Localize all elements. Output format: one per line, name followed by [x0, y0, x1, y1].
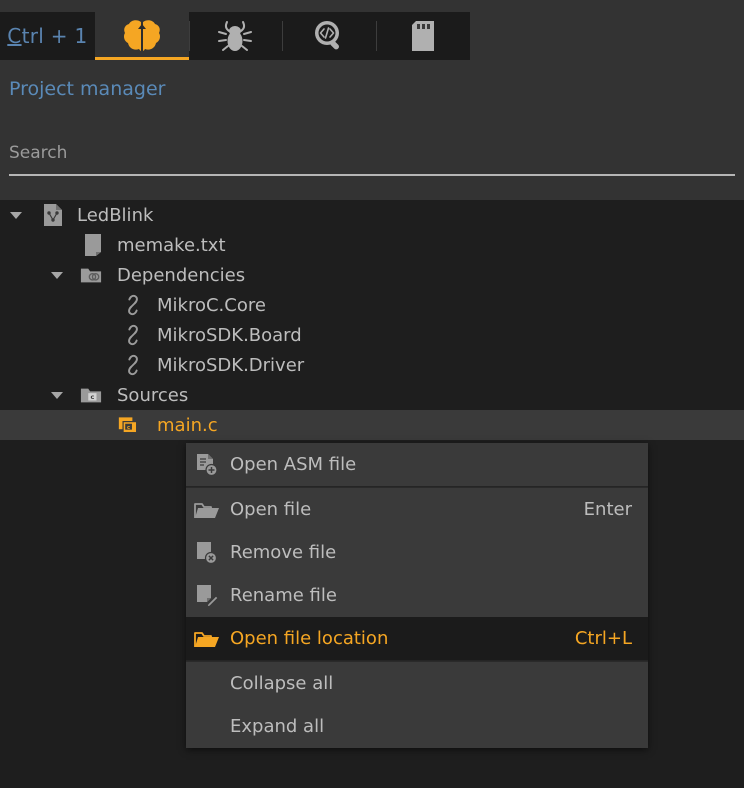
- panel-shortcut-mnemonic: C: [7, 24, 22, 48]
- tab-memory[interactable]: [376, 12, 470, 60]
- chevron-down-icon[interactable]: [9, 208, 23, 222]
- link-icon: [122, 354, 144, 376]
- remove-file-icon: [194, 540, 220, 566]
- tab-code-explorer[interactable]: [282, 12, 376, 60]
- menu-item-shortcut: Enter: [583, 499, 632, 520]
- tab-debugger[interactable]: [188, 12, 283, 60]
- project-file-icon: [42, 204, 64, 226]
- tree-row[interactable]: MikroSDK.Board: [0, 320, 744, 350]
- code-search-icon: [311, 19, 347, 53]
- menu-item-label: Rename file: [230, 585, 337, 606]
- chevron-down-icon[interactable]: [50, 388, 64, 402]
- menu-item-label: Open ASM file: [230, 454, 357, 475]
- tree-item-label: main.c: [157, 414, 218, 436]
- tree-row[interactable]: memake.txt: [0, 230, 744, 260]
- panel-shortcut-label: Ctrl + 1: [0, 12, 95, 60]
- tree-item-label: memake.txt: [117, 234, 226, 256]
- menu-item-collapse-all[interactable]: Collapse all: [186, 662, 648, 705]
- asm-file-icon: [194, 452, 220, 478]
- panel-shortcut-rest: trl + 1: [21, 24, 88, 48]
- search-input[interactable]: [9, 143, 735, 176]
- tree-item-label: Sources: [117, 384, 189, 406]
- bug-icon: [216, 19, 254, 53]
- tree-item-label: LedBlink: [77, 204, 154, 226]
- svg-text:c: c: [90, 393, 94, 401]
- chevron-down-icon[interactable]: [50, 268, 64, 282]
- open-folder-icon: [194, 497, 220, 523]
- menu-item-rename-file[interactable]: Rename file: [186, 574, 648, 617]
- folder-deps-icon: [80, 264, 102, 286]
- menu-item-shortcut: Ctrl+L: [574, 628, 632, 649]
- tree-row[interactable]: LedBlink: [0, 200, 744, 230]
- tree-item-label: MikroC.Core: [157, 294, 266, 316]
- tree-item-label: MikroSDK.Driver: [157, 354, 305, 376]
- menu-item-label: Open file: [230, 499, 312, 520]
- search-field-wrapper: [9, 143, 735, 176]
- c-file-icon: c: [118, 414, 140, 436]
- menu-item-open-asm-file[interactable]: Open ASM file: [186, 443, 648, 486]
- menu-item-label: Remove file: [230, 542, 337, 563]
- menu-item-open-file-location[interactable]: Open file location Ctrl+L: [186, 617, 648, 660]
- menu-item-expand-all[interactable]: Expand all: [186, 705, 648, 748]
- link-icon: [122, 324, 144, 346]
- memory-card-icon: [408, 19, 438, 53]
- menu-item-open-file[interactable]: Open file Enter: [186, 488, 648, 531]
- tab-project-manager[interactable]: [94, 12, 189, 60]
- tree-row[interactable]: c Sources: [0, 380, 744, 410]
- menu-item-remove-file[interactable]: Remove file: [186, 531, 648, 574]
- menu-item-label: Open file location: [230, 628, 389, 649]
- tree-item-label: Dependencies: [117, 264, 246, 286]
- project-manager-window: Ctrl + 1 Project manager Search LedBlink…: [0, 0, 744, 788]
- tree-row[interactable]: MikroSDK.Driver: [0, 350, 744, 380]
- page-title: Project manager: [9, 78, 166, 100]
- rename-file-icon: [194, 583, 220, 609]
- text-file-icon: [82, 234, 104, 256]
- folder-c-icon: c: [80, 384, 102, 406]
- open-folder-icon: [194, 626, 220, 652]
- tree-item-label: MikroSDK.Board: [157, 324, 302, 346]
- link-icon: [122, 294, 144, 316]
- context-menu[interactable]: Open ASM file Open file Enter Remove fil…: [186, 443, 648, 748]
- panel-header: Project manager: [0, 60, 744, 200]
- tree-row[interactable]: MikroC.Core: [0, 290, 744, 320]
- tree-row[interactable]: Dependencies: [0, 260, 744, 290]
- menu-item-label: Expand all: [230, 716, 325, 737]
- tree-row-selected[interactable]: c main.c: [0, 410, 744, 440]
- toolbar-icon-strip: Ctrl + 1: [0, 12, 470, 60]
- svg-text:c: c: [127, 425, 130, 431]
- top-toolbar: Ctrl + 1: [0, 0, 744, 60]
- menu-item-label: Collapse all: [230, 673, 334, 694]
- brain-icon: [122, 19, 162, 53]
